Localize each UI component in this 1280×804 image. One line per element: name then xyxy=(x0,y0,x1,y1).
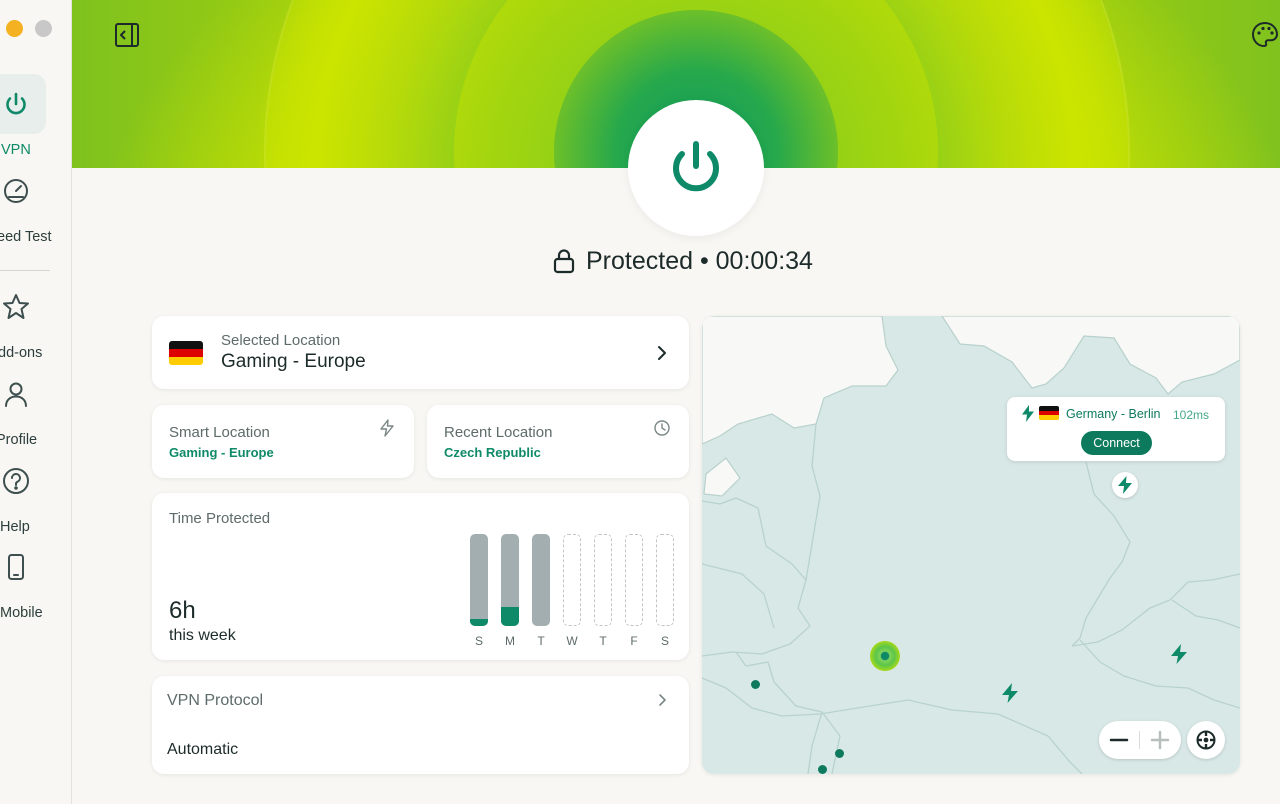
germany-flag-icon xyxy=(169,341,203,365)
sidebar-item-label: VPN xyxy=(1,142,31,158)
recent-location-label: Recent Location xyxy=(444,424,553,441)
sidebar-divider xyxy=(0,270,50,271)
sidebar: VPN eed Test dd-ons Profile Help Mobile xyxy=(0,0,72,804)
lightning-icon xyxy=(380,419,394,437)
chevron-right-icon xyxy=(658,346,666,360)
question-icon xyxy=(3,468,29,494)
sidebar-item-profile[interactable]: Profile xyxy=(0,364,71,448)
time-protected-label: Time Protected xyxy=(169,510,271,527)
selected-location-value: Gaming - Europe xyxy=(221,351,366,372)
selected-location-card[interactable]: Selected Location Gaming - Europe xyxy=(152,316,689,389)
day-bar xyxy=(532,534,550,626)
sidebar-collapse-icon[interactable] xyxy=(114,22,140,48)
sidebar-item-label: Help xyxy=(0,519,30,535)
selected-location-label: Selected Location xyxy=(221,332,341,349)
day-label: T xyxy=(537,634,545,648)
crosshair-icon xyxy=(1196,730,1216,750)
smart-location-value: Gaming - Europe xyxy=(169,445,274,460)
smart-location-label: Smart Location xyxy=(169,424,270,441)
chevron-right-icon xyxy=(659,694,666,706)
status-text: Protected • 00:00:34 xyxy=(586,246,813,275)
phone-icon xyxy=(8,554,24,580)
connection-status: Protected • 00:00:34 xyxy=(552,244,813,278)
connect-power-button[interactable] xyxy=(628,100,764,236)
day-label: T xyxy=(599,634,607,648)
day-label: S xyxy=(660,634,669,648)
sidebar-item-speed-test[interactable]: eed Test xyxy=(0,161,71,245)
lock-icon xyxy=(553,249,575,274)
person-icon xyxy=(5,382,27,407)
vpn-protocol-card[interactable]: VPN Protocol Automatic xyxy=(152,676,689,774)
server-popup: Germany - Berlin 102ms Connect xyxy=(1007,397,1225,461)
day-bar xyxy=(563,534,581,626)
time-protected-hours: 6h xyxy=(169,597,196,624)
zoom-out-icon[interactable] xyxy=(1107,728,1131,752)
city-dot[interactable] xyxy=(835,749,844,758)
current-location-marker xyxy=(870,641,900,671)
zoom-in-icon[interactable] xyxy=(1148,728,1172,752)
sidebar-item-mobile[interactable]: Mobile xyxy=(0,537,71,621)
sidebar-item-label: Profile xyxy=(0,432,38,448)
day-bar xyxy=(470,534,488,626)
day-label: M xyxy=(505,634,515,648)
sidebar-item-label: dd-ons xyxy=(0,345,43,361)
speedometer-icon xyxy=(4,179,28,203)
day-bar-fill xyxy=(470,619,488,626)
power-icon xyxy=(6,92,26,115)
recent-location-card[interactable]: Recent Location Czech Republic xyxy=(427,405,689,478)
palette-icon[interactable] xyxy=(1250,20,1280,50)
recenter-button[interactable] xyxy=(1187,721,1225,759)
city-dot[interactable] xyxy=(751,680,760,689)
server-pin-lightning-icon[interactable] xyxy=(999,682,1021,704)
server-map[interactable]: Germany - Berlin 102ms Connect xyxy=(702,316,1240,774)
recent-location-value: Czech Republic xyxy=(444,445,541,460)
vpn-protocol-value: Automatic xyxy=(167,741,239,758)
window-minimize-button[interactable] xyxy=(6,20,23,37)
popup-ping: 102ms xyxy=(1173,408,1210,422)
lightning-icon xyxy=(1022,405,1034,422)
window-zoom-button[interactable] xyxy=(35,20,52,37)
zoom-controls xyxy=(1099,721,1181,759)
lightning-icon xyxy=(1118,476,1132,494)
day-bar xyxy=(656,534,674,626)
sidebar-item-vpn[interactable]: VPN xyxy=(0,74,71,158)
sidebar-item-add-ons[interactable]: dd-ons xyxy=(0,277,71,361)
germany-flag-icon xyxy=(1039,406,1059,420)
sidebar-item-help[interactable]: Help xyxy=(0,451,71,535)
day-label: W xyxy=(566,634,578,648)
sidebar-item-label: eed Test xyxy=(0,229,52,245)
smart-location-card[interactable]: Smart Location Gaming - Europe xyxy=(152,405,414,478)
server-pin-lightning-icon[interactable] xyxy=(1168,643,1190,665)
day-label: S xyxy=(474,634,483,648)
clock-icon xyxy=(654,420,670,436)
day-label: F xyxy=(630,634,638,648)
time-protected-period: this week xyxy=(169,627,236,644)
day-bar xyxy=(625,534,643,626)
day-bar-fill xyxy=(501,607,519,626)
day-bar xyxy=(594,534,612,626)
day-bar xyxy=(501,534,519,626)
zoom-separator xyxy=(1139,731,1140,749)
server-pin-berlin[interactable] xyxy=(1112,472,1138,498)
star-icon xyxy=(3,294,29,319)
time-protected-card: Time Protected 6h this week S M T W T F S xyxy=(152,493,689,660)
vpn-protocol-label: VPN Protocol xyxy=(167,692,264,709)
popup-location-name: Germany - Berlin xyxy=(1066,407,1161,421)
map-landmass xyxy=(702,316,1240,774)
power-icon xyxy=(673,141,719,192)
city-dot[interactable] xyxy=(818,765,827,774)
connect-button[interactable]: Connect xyxy=(1081,431,1152,455)
sidebar-item-label: Mobile xyxy=(0,605,43,621)
